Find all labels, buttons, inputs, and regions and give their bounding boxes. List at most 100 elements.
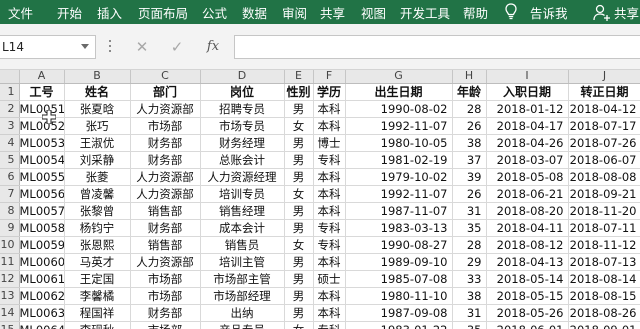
cell[interactable]: 26 — [452, 117, 487, 135]
cell[interactable]: 男 — [284, 100, 314, 118]
cell[interactable]: 2018-05-08 — [486, 168, 569, 186]
cell[interactable]: 男 — [284, 304, 314, 322]
cell[interactable]: 2018-07-26 — [568, 134, 640, 152]
cell[interactable]: 硕士 — [313, 270, 346, 288]
cell[interactable]: 市场部 — [130, 321, 201, 329]
cell[interactable]: 33 — [452, 270, 487, 288]
cell[interactable]: 2018-08-08 — [568, 168, 640, 186]
cell[interactable]: 张黎曾 — [64, 202, 131, 220]
cell[interactable]: 31 — [452, 304, 487, 322]
cell[interactable]: 1979-10-02 — [345, 168, 453, 186]
select-all-corner[interactable] — [0, 70, 20, 84]
cell[interactable]: 张恩熙 — [64, 236, 131, 254]
row-header[interactable]: 15 — [0, 321, 20, 329]
tab-developer[interactable]: 开发工具 — [400, 3, 450, 22]
cell[interactable]: 女 — [284, 185, 314, 203]
cell[interactable]: 总账会计 — [200, 151, 285, 169]
cell[interactable]: 专科 — [313, 219, 346, 237]
cell[interactable]: 张巧 — [64, 117, 131, 135]
cell[interactable]: 男 — [284, 168, 314, 186]
cell[interactable]: ML0053 — [19, 134, 65, 152]
cell[interactable]: 培训主管 — [200, 253, 285, 271]
cell[interactable]: ML0059 — [19, 236, 65, 254]
cell[interactable]: 2018-03-07 — [486, 151, 569, 169]
cell[interactable]: 2018-04-26 — [486, 134, 569, 152]
cell[interactable]: 张菱 — [64, 168, 131, 186]
name-box[interactable]: L14 — [0, 35, 96, 59]
cancel-icon[interactable]: ✕ — [131, 36, 153, 58]
cell[interactable]: 李馨橘 — [64, 287, 131, 305]
cell[interactable]: 1985-07-08 — [345, 270, 453, 288]
cell[interactable]: 1981-02-19 — [345, 151, 453, 169]
cell[interactable]: 专科 — [313, 151, 346, 169]
column-header-j[interactable]: J — [568, 70, 640, 84]
tab-insert[interactable]: 插入 — [97, 3, 122, 22]
row-header[interactable]: 12 — [0, 270, 20, 288]
cell[interactable]: 成本会计 — [200, 219, 285, 237]
cell[interactable]: 2018-01-12 — [486, 100, 569, 118]
cell[interactable]: 销售部 — [130, 236, 201, 254]
cell[interactable]: ML0056 — [19, 185, 65, 203]
column-header-i[interactable]: I — [486, 70, 569, 84]
cell[interactable]: 38 — [452, 134, 487, 152]
cell[interactable]: 35 — [452, 321, 487, 329]
cell[interactable]: 人力资源部 — [130, 168, 201, 186]
cell[interactable]: 马英才 — [64, 253, 131, 271]
cell[interactable]: 2018-05-26 — [486, 304, 569, 322]
cell[interactable]: 本科 — [313, 287, 346, 305]
cell[interactable]: 博士 — [313, 134, 346, 152]
cell[interactable]: ML0054 — [19, 151, 65, 169]
cell[interactable]: 28 — [452, 100, 487, 118]
row-header[interactable]: 5 — [0, 151, 20, 169]
cell[interactable]: 销售员 — [200, 236, 285, 254]
column-header-b[interactable]: B — [64, 70, 131, 84]
cell[interactable]: 1987-11-07 — [345, 202, 453, 220]
share-button-label[interactable]: 共享 — [614, 3, 639, 22]
cell[interactable]: 曾凌馨 — [64, 185, 131, 203]
column-header-d[interactable]: D — [200, 70, 285, 84]
cell[interactable]: 产品专员 — [200, 321, 285, 329]
cell[interactable]: 男 — [284, 219, 314, 237]
cell[interactable]: 本科 — [313, 253, 346, 271]
cell[interactable]: 出纳 — [200, 304, 285, 322]
cell[interactable]: 男 — [284, 134, 314, 152]
cell[interactable]: 26 — [452, 185, 487, 203]
cell[interactable]: 2018-06-21 — [486, 185, 569, 203]
cell[interactable]: 1980-10-05 — [345, 134, 453, 152]
cell[interactable]: 本科 — [313, 168, 346, 186]
cell[interactable]: 2018-04-13 — [486, 253, 569, 271]
tab-home[interactable]: 开始 — [57, 3, 82, 22]
column-header-e[interactable]: E — [284, 70, 314, 84]
cell[interactable]: ML0061 — [19, 270, 65, 288]
cell[interactable]: 29 — [452, 253, 487, 271]
cell[interactable]: 2018-06-07 — [568, 151, 640, 169]
formula-input[interactable] — [234, 35, 640, 59]
cell[interactable]: 2018-07-17 — [568, 117, 640, 135]
tab-review[interactable]: 审阅 — [282, 3, 307, 22]
cell[interactable]: 2018-06-01 — [486, 321, 569, 329]
cell[interactable]: 财务部 — [130, 219, 201, 237]
row-header[interactable]: 14 — [0, 304, 20, 322]
header-cell[interactable]: 性别 — [284, 83, 314, 101]
row-header[interactable]: 7 — [0, 185, 20, 203]
cell[interactable]: 销售经理 — [200, 202, 285, 220]
cell[interactable]: 招聘专员 — [200, 100, 285, 118]
cell[interactable]: 1983-03-13 — [345, 219, 453, 237]
cell[interactable]: 1990-08-27 — [345, 236, 453, 254]
cell[interactable]: 女 — [284, 236, 314, 254]
cell[interactable]: 市场部经理 — [200, 287, 285, 305]
drag-handle-icon[interactable] — [108, 40, 112, 56]
column-header-f[interactable]: F — [313, 70, 346, 84]
cell[interactable]: 2018-08-26 — [568, 304, 640, 322]
header-cell[interactable]: 部门 — [130, 83, 201, 101]
cell[interactable]: 39 — [452, 168, 487, 186]
cell[interactable]: 2018-08-12 — [486, 236, 569, 254]
row-header[interactable]: 2 — [0, 100, 20, 118]
cell[interactable]: 王定国 — [64, 270, 131, 288]
tab-page-layout[interactable]: 页面布局 — [138, 3, 188, 22]
cell[interactable]: 2018-09-21 — [568, 185, 640, 203]
cell[interactable]: 28 — [452, 236, 487, 254]
cell[interactable]: 2018-11-20 — [568, 202, 640, 220]
row-header[interactable]: 3 — [0, 117, 20, 135]
cell[interactable]: ML0062 — [19, 287, 65, 305]
